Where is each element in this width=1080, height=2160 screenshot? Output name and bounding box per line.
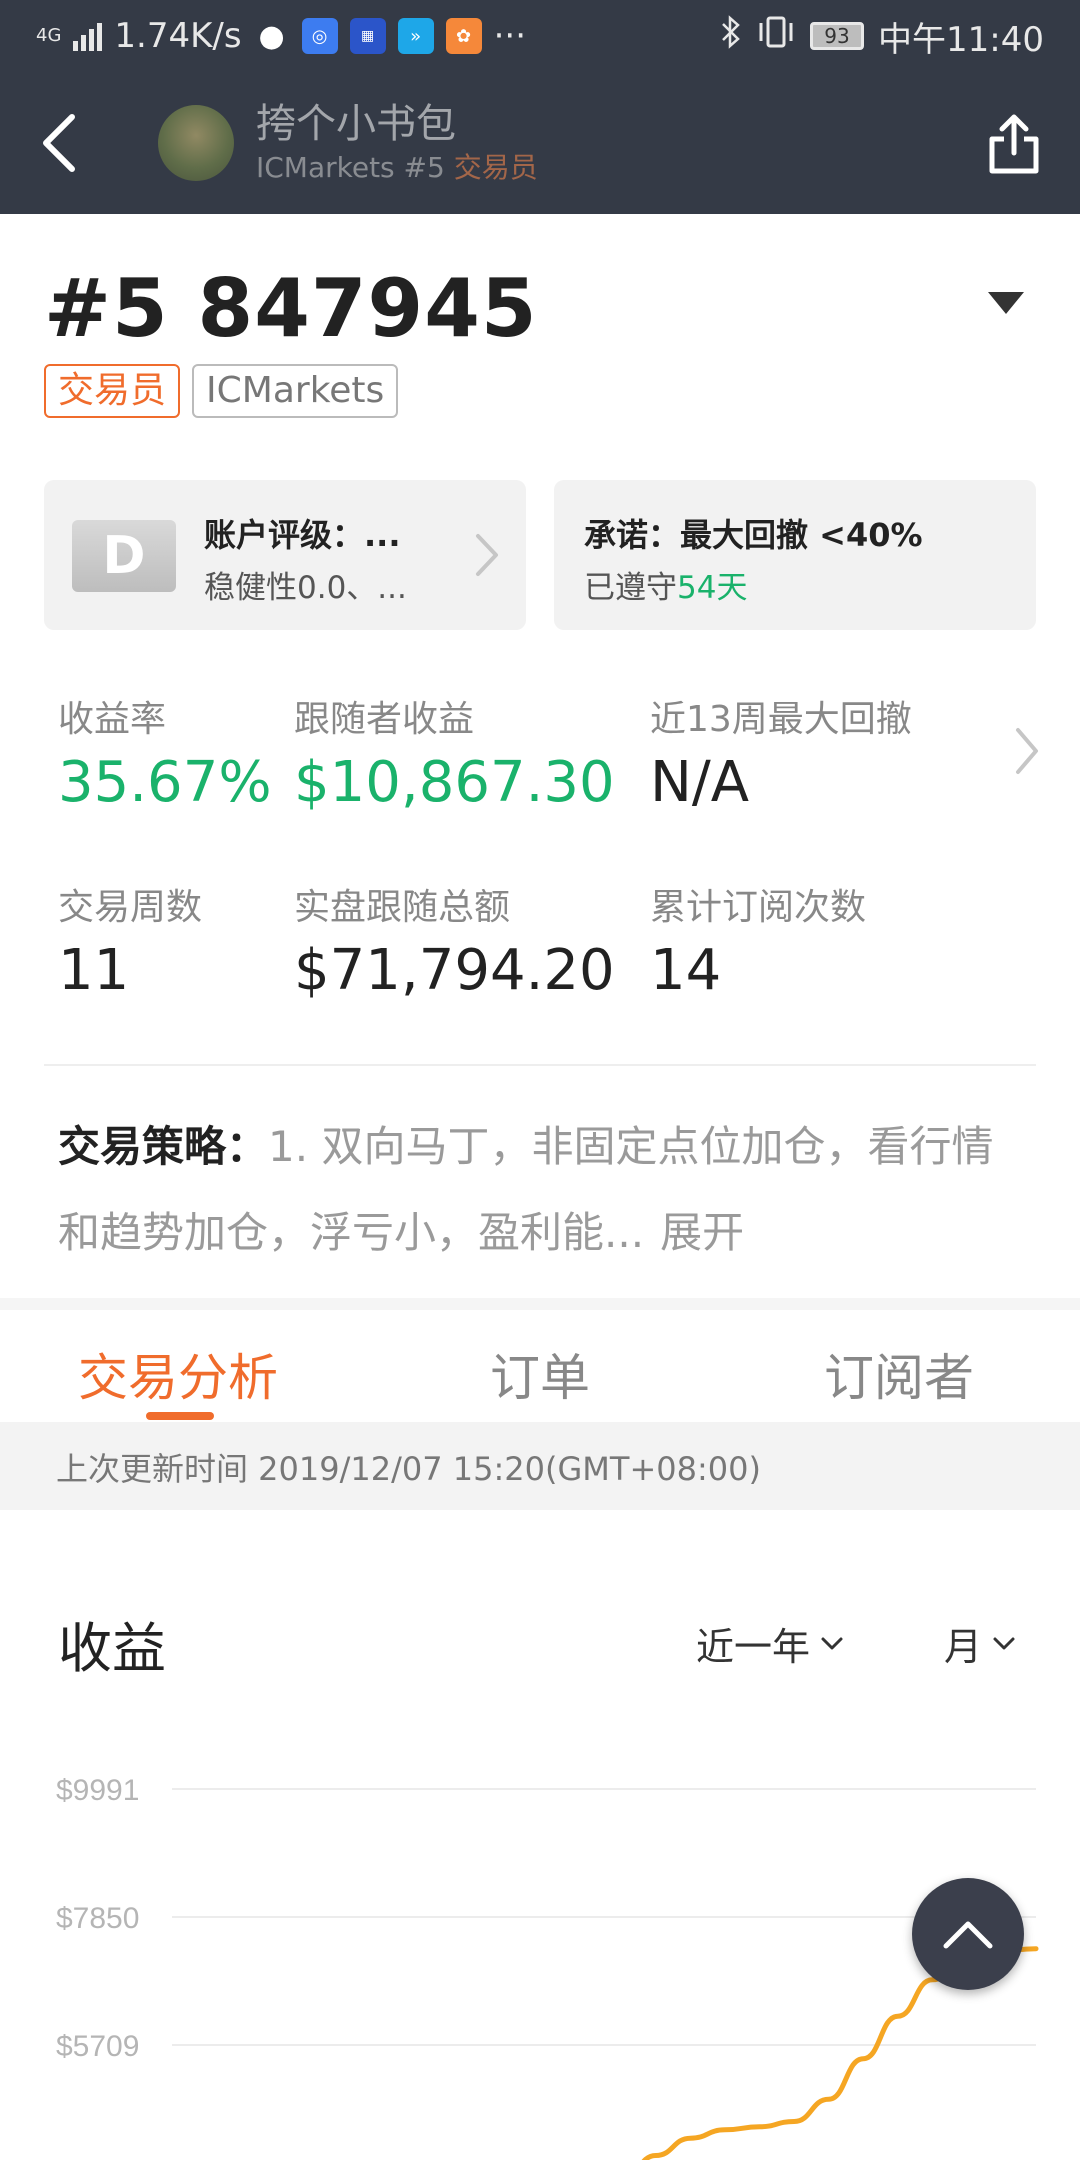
rating-subtitle: 稳健性0.0、... [204,570,407,606]
vibrate-icon [756,15,796,58]
stat-label: 收益率 [58,699,167,740]
stat-value: $10,867.30 [294,750,615,815]
stat-trading-weeks: 交易周数 11 [58,878,202,1003]
battery-icon: 93 [810,22,865,50]
signal-icon [73,21,103,51]
stat-value: 14 [650,938,722,1003]
trader-subtitle: ICMarkets #5 交易员 [256,149,538,187]
chevron-down-icon [993,1637,1015,1649]
chevron-up-icon [943,1921,993,1949]
stat-max-drawdown: 近13周最大回撤 N/A [650,690,912,815]
strategy-label: 交易策略： [58,1122,269,1171]
period-filter[interactable]: 月 [944,1616,1016,1671]
grade-badge: D [72,520,176,592]
stat-label: 累计订阅次数 [650,887,867,928]
network-speed: 1.74K/s [114,16,242,56]
tag-broker: ICMarkets [192,364,399,418]
stat-follower-profit: 跟随者收益 $10,867.30 [294,690,615,815]
stat-label: 交易周数 [58,887,203,928]
account-dropdown-icon[interactable] [988,292,1024,314]
chevron-left-icon [43,114,75,172]
message-icon: » [397,18,434,54]
y-tick-label: $7850 [56,1902,139,1935]
avatar[interactable] [158,105,234,181]
promise-kept-prefix: 已遵守 [584,570,677,606]
rating-card[interactable]: D 账户评级：... 稳健性0.0、... [44,480,526,630]
stat-label: 实盘跟随总额 [294,887,511,928]
last-update-text: 上次更新时间 2019/12/07 15:20(GMT+08:00) [56,1450,761,1488]
period-filter-label: 月 [944,1625,983,1669]
strategy-text: 交易策略：1. 双向马丁，非固定点位加仓，看行情和趋势加仓，浮亏小，盈利能...… [58,1104,1028,1276]
stat-subscriptions: 累计订阅次数 14 [650,878,866,1003]
promise-title: 承诺：最大回撤 <40% [584,516,923,554]
stat-label: 跟随者收益 [294,699,475,740]
role-label: 交易员 [453,151,538,184]
tag-role: 交易员 [44,364,181,418]
promise-status: 已遵守54天 [584,562,747,607]
stat-value: $71,794.20 [294,938,615,1003]
share-icon [989,114,1039,174]
promise-kept-days: 54天 [677,570,748,606]
qq-browser-icon: ◎ [301,18,338,54]
more-notifications: ··· [493,16,527,56]
expand-link[interactable]: 展开 [660,1208,744,1257]
section-separator [0,1298,1080,1310]
wechat-icon: ● [258,18,285,54]
autohome-icon: ▦ [349,18,386,54]
divider [44,1064,1036,1066]
rating-title: 账户评级：... [204,516,401,554]
app-bar: 挎个小书包 ICMarkets #5 交易员 [0,72,1080,214]
promise-card: 承诺：最大回撤 <40% 已遵守54天 [554,480,1036,630]
active-tab-indicator [146,1412,214,1420]
update-bar: 上次更新时间 2019/12/07 15:20(GMT+08:00) [0,1422,1080,1510]
tab-subscribers[interactable]: 订阅者 [824,1338,974,1410]
range-filter[interactable]: 近一年 [696,1616,844,1671]
app-bar-titles: 挎个小书包 ICMarkets #5 交易员 [256,99,538,187]
network-type-label: 4G [36,25,62,46]
tab-orders[interactable]: 订单 [490,1338,590,1410]
chevron-right-icon [476,534,498,576]
account-id: #5 847945 [44,262,538,355]
tab-bar: 交易分析 订单 订阅者 [0,1310,1080,1422]
stat-value: 35.67% [58,750,272,815]
range-filter-label: 近一年 [696,1625,811,1669]
trader-name: 挎个小书包 [256,101,456,147]
back-button[interactable] [0,72,120,214]
scroll-to-top-button[interactable] [912,1878,1024,1990]
y-tick-label: $9991 [56,1774,139,1807]
clock: 中午11:40 [878,19,1044,60]
y-tick-label: $5709 [56,2030,139,2063]
stat-value: 11 [58,938,130,1003]
chart-section-title: 收益 [58,1617,166,1680]
stat-total-following: 实盘跟随总额 $71,794.20 [294,878,615,1003]
chevron-down-icon [821,1637,843,1649]
uc-browser-icon: ✿ [445,18,482,54]
share-button[interactable] [984,112,1044,176]
account-tags: 交易员 ICMarkets [44,364,399,418]
stat-label: 近13周最大回撤 [650,699,912,740]
status-bar: 4G 1.74K/s ● ◎ ▦ » ✿ ··· 93 中午11:40 [0,0,1080,72]
stats-chevron-right-icon[interactable] [1014,726,1040,776]
bluetooth-icon [720,14,742,58]
stat-value: N/A [650,750,750,815]
tab-trading-analysis[interactable]: 交易分析 [78,1338,278,1410]
stat-return-rate: 收益率 35.67% [58,690,272,815]
broker-label: ICMarkets #5 [256,151,445,184]
